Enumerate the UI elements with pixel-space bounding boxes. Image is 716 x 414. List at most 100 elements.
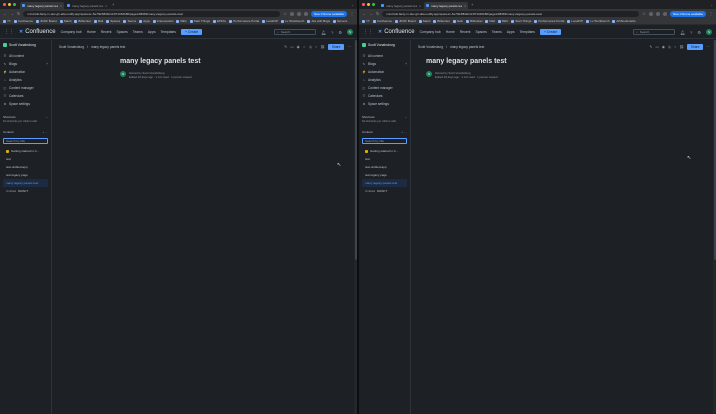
sidebar-item-blogs[interactable]: ✎ Blogs +	[362, 60, 407, 68]
bookmark-item[interactable]: JDOF Board	[395, 19, 416, 23]
page-tree-item[interactable]: Getting started in C...	[3, 147, 48, 155]
window-controls[interactable]	[362, 3, 375, 6]
content-tools[interactable]: + ···	[401, 130, 407, 134]
sidebar-item-analytics[interactable]: ⌁ Analytics	[362, 76, 407, 84]
bookmark-item[interactable]: hello	[452, 19, 463, 23]
page-tree-item-active[interactable]: many legacy panels test	[362, 179, 407, 187]
owner-avatar[interactable]: S	[120, 71, 126, 77]
new-tab-button[interactable]: +	[112, 2, 114, 7]
add-blog-button[interactable]: +	[46, 62, 48, 66]
bookmark-item[interactable]: Local/VP	[262, 19, 278, 23]
notifications-icon[interactable]: 🔔︎	[321, 30, 326, 35]
browser-tab[interactable]: many legacy panels test - C ×	[65, 2, 109, 9]
nav-templates[interactable]: Templates	[520, 30, 535, 34]
bookmark-item[interactable]: REC	[176, 19, 187, 23]
nav-teams[interactable]: Teams	[492, 30, 502, 34]
scrollbar-thumb[interactable]	[354, 40, 357, 260]
nav-apps[interactable]: Apps	[507, 30, 515, 34]
sidebar-item-calendars[interactable]: ☷ Calendars	[362, 92, 407, 100]
close-tab-icon[interactable]: ×	[464, 4, 466, 8]
bookmark-item[interactable]: Local/VP	[567, 19, 583, 23]
help-icon[interactable]: ?	[331, 30, 333, 35]
page-tree-item[interactable]: test legacy page	[3, 171, 48, 179]
breadcrumb-page[interactable]: many legacy panels test	[450, 45, 484, 49]
confluence-logo[interactable]: ✕ Confluence	[19, 29, 56, 35]
page-tree-item[interactable]: test	[3, 155, 48, 163]
notifications-icon[interactable]: 🔔︎	[680, 30, 685, 35]
page-tree-item-active[interactable]: many legacy panels test	[3, 179, 48, 187]
nav-apps[interactable]: Apps	[148, 30, 156, 34]
content-section-header[interactable]: Content + ···	[3, 129, 48, 135]
bookmark-item[interactable]: JDOF Board	[36, 19, 57, 23]
sidebar-item-all-content[interactable]: ☰ All content	[362, 52, 407, 60]
share-button[interactable]: Share	[686, 43, 704, 50]
bookmark-item[interactable]: Bitbucket	[466, 19, 482, 23]
url-field[interactable]: mzuzwkl-facty-rv-dev-gh-atla.netlify.app…	[382, 10, 640, 17]
new-chrome-available-button[interactable]: New Chrome available	[669, 10, 706, 17]
forward-icon[interactable]: →	[10, 11, 14, 16]
bookmark-item[interactable]: Performance Portal	[534, 19, 564, 23]
link-icon[interactable]: ⛓	[679, 45, 684, 49]
sidebar-item-automation[interactable]: ⚡ Automation	[3, 68, 48, 76]
sidebar-item-blogs[interactable]: ✎ Blogs +	[3, 60, 48, 68]
bookmark-item[interactable]: All Bookmarks	[612, 19, 636, 23]
sidebar-item-space-settings[interactable]: ⚙ Space settings	[3, 100, 48, 108]
bookmark-item[interactable]: Mail	[485, 19, 495, 23]
extension-icon[interactable]	[296, 11, 301, 16]
eye-icon[interactable]: ◎	[309, 45, 312, 49]
page-tree-item[interactable]: test	[362, 155, 407, 163]
nav-company-hub[interactable]: Company hub	[61, 30, 82, 34]
close-tab-icon[interactable]: ×	[105, 4, 107, 8]
bookmark-star-icon[interactable]: ☆	[642, 11, 646, 16]
content-search-input[interactable]: Search by title	[3, 138, 48, 144]
bookmark-item[interactable]: Jira with Bugs	[307, 19, 330, 23]
sidebar-item-all-content[interactable]: ☰ All content	[3, 52, 48, 60]
nav-recent[interactable]: Recent	[460, 30, 471, 34]
browser-tab-active[interactable]: many legacy panels test - C ×	[20, 2, 64, 9]
profile-icon[interactable]	[303, 11, 308, 16]
reload-icon[interactable]: ↻	[17, 11, 20, 16]
bookmark-item[interactable]: Teams	[123, 19, 136, 23]
star-icon[interactable]: ☆	[303, 45, 306, 49]
edit-pencil-icon[interactable]: ✎	[284, 45, 287, 49]
comment-icon[interactable]: ▭	[655, 45, 658, 49]
bookmark-item[interactable]: Mail	[93, 19, 103, 23]
sidebar-item-content-manager[interactable]: ◫ Content manager	[362, 84, 407, 92]
owner-avatar[interactable]: S	[426, 71, 432, 77]
nav-home[interactable]: Home	[87, 30, 96, 34]
page-tree-item[interactable]: test legacy page	[362, 171, 407, 179]
breadcrumb-page[interactable]: many legacy panels test	[91, 45, 125, 49]
more-actions-icon[interactable]: ···	[347, 45, 351, 49]
page-tree-item[interactable]: test-untitled-app	[3, 163, 48, 171]
bookmark-item[interactable]: Bitbucket	[433, 19, 450, 23]
bookmark-item[interactable]: Performance Portal	[229, 19, 259, 23]
watch-icon[interactable]: ◉	[297, 45, 300, 49]
extension-icon[interactable]	[648, 11, 653, 16]
profile-icon[interactable]	[662, 11, 667, 16]
help-icon[interactable]: ?	[690, 30, 692, 35]
app-switcher-icon[interactable]: ⋮⋮	[363, 29, 373, 35]
browser-tab-active[interactable]: many legacy panels test - C ×	[424, 2, 468, 9]
profile-avatar[interactable]: S	[706, 29, 712, 35]
bookmark-item[interactable]: Stash	[418, 19, 430, 23]
maximize-window-icon[interactable]	[372, 3, 375, 6]
content-search-input[interactable]: Search by title	[362, 138, 407, 144]
eye-icon[interactable]: ◎	[668, 45, 671, 49]
tab-search-icon[interactable]: ⌄	[710, 3, 713, 7]
chrome-menu-icon[interactable]: ⋮	[709, 11, 713, 16]
browser-tab[interactable]: many legacy panels test - C ×	[379, 2, 423, 9]
watch-icon[interactable]: ◉	[662, 45, 665, 49]
search-input[interactable]: ⌕ Search	[274, 29, 317, 35]
page-tree-item[interactable]: Untitled DRAFT	[3, 187, 48, 195]
add-blog-button[interactable]: +	[405, 62, 407, 66]
chrome-menu-icon[interactable]: ⋮	[350, 11, 354, 16]
more-actions-icon[interactable]: ···	[706, 45, 710, 49]
sidebar-item-space-settings[interactable]: ⚙ Space settings	[362, 100, 407, 108]
scrollbar-thumb[interactable]	[713, 40, 716, 260]
minimize-window-icon[interactable]	[8, 3, 11, 6]
nav-home[interactable]: Home	[446, 30, 455, 34]
bookmark-star-icon[interactable]: ☆	[283, 11, 287, 16]
sidebar-item-calendars[interactable]: ☷ Calendars	[3, 92, 48, 100]
reload-icon[interactable]: ↻	[376, 11, 379, 16]
nav-templates[interactable]: Templates	[161, 30, 176, 34]
